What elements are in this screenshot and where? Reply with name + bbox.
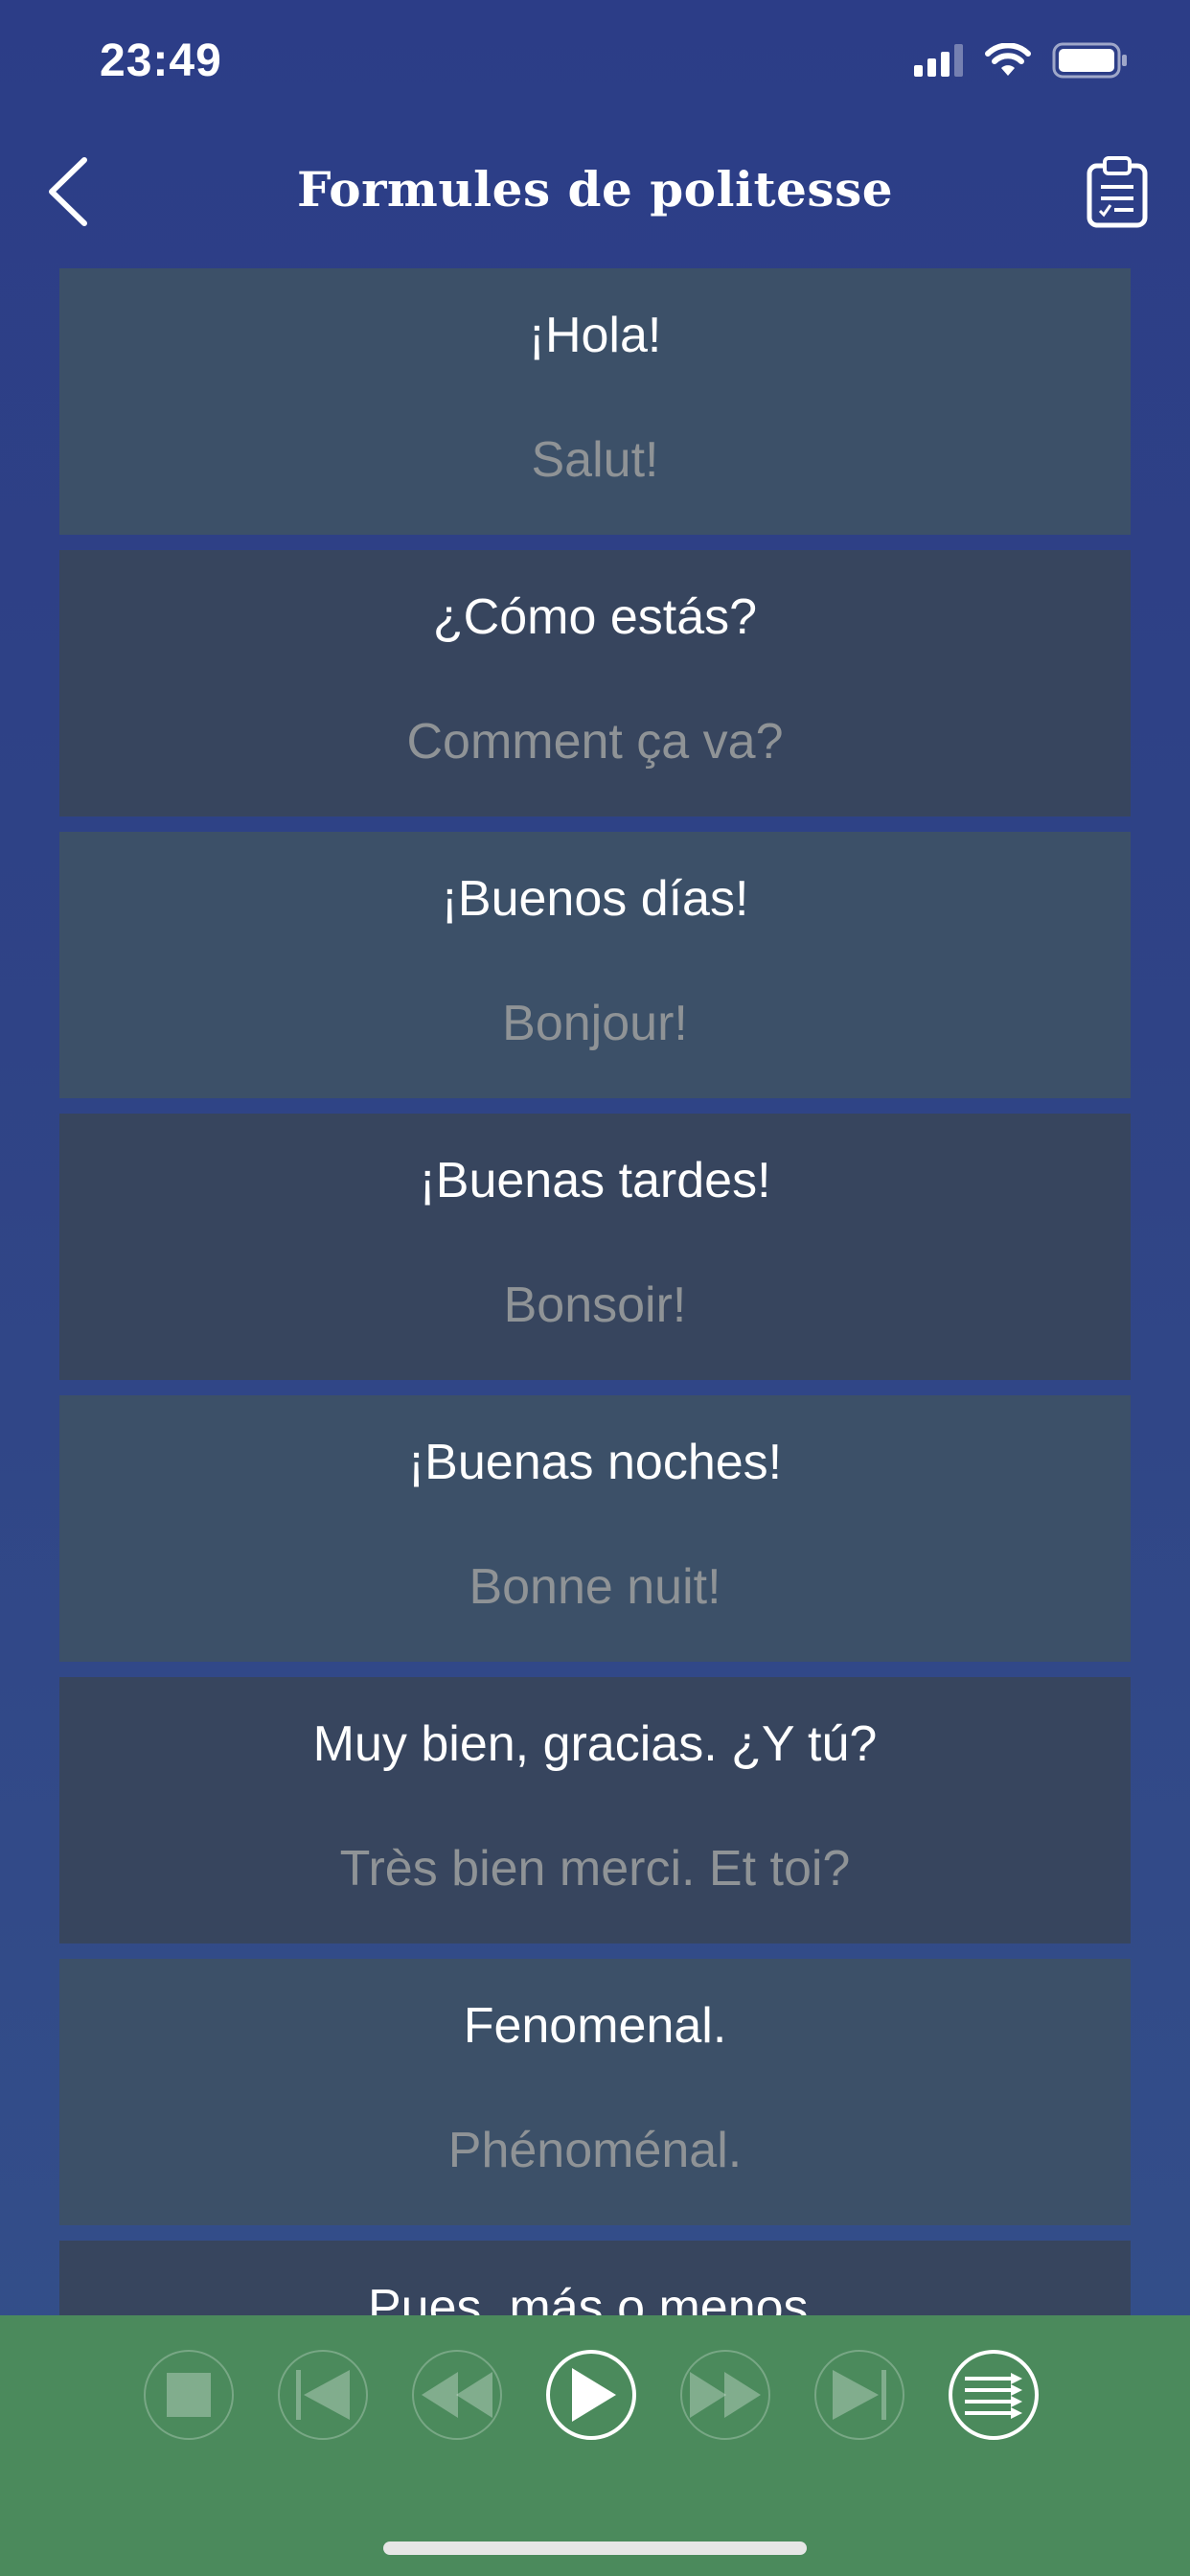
french-translation: Bonsoir!: [503, 1277, 687, 1333]
french-translation: Salut!: [531, 432, 659, 488]
phrase-card[interactable]: Pues, más o menos.: [59, 2241, 1131, 2315]
player-controls: [144, 2350, 1039, 2440]
status-bar: 23:49: [0, 0, 1190, 134]
spanish-phrase: ¡Buenas tardes!: [419, 1153, 771, 1208]
phrase-card[interactable]: ¡Hola! Salut!: [59, 268, 1131, 535]
french-translation: Bonjour!: [502, 996, 688, 1051]
phrase-card[interactable]: ¡Buenas tardes! Bonsoir!: [59, 1114, 1131, 1380]
phrase-card[interactable]: ¡Buenas noches! Bonne nuit!: [59, 1395, 1131, 1662]
spanish-phrase: ¡Buenos días!: [441, 871, 749, 927]
play-icon: [572, 2368, 616, 2422]
audio-player-bar: [0, 2315, 1190, 2576]
spanish-phrase: Fenomenal.: [463, 1998, 727, 2054]
phrase-card[interactable]: ¿Cómo estás? Comment ça va?: [59, 550, 1131, 816]
play-button[interactable]: [546, 2350, 636, 2440]
playlist-icon: [965, 2373, 1022, 2419]
rewind-icon: [422, 2372, 492, 2418]
clipboard-button[interactable]: [1083, 151, 1152, 234]
battery-icon: [1052, 42, 1127, 79]
fast-forward-icon: [690, 2372, 761, 2418]
french-translation: Comment ça va?: [406, 714, 784, 770]
fast-forward-button[interactable]: [680, 2350, 770, 2440]
french-translation: Très bien merci. Et toi?: [339, 1841, 851, 1897]
skip-start-icon: [296, 2370, 350, 2420]
skip-end-icon: [833, 2370, 886, 2420]
nav-header: Formules de politesse: [0, 134, 1190, 249]
rewind-button[interactable]: [412, 2350, 502, 2440]
clipboard-icon: [1087, 156, 1148, 228]
stop-button[interactable]: [144, 2350, 234, 2440]
wifi-icon: [985, 43, 1031, 76]
spanish-phrase: Pues, más o menos.: [368, 2280, 822, 2315]
status-icons: [914, 42, 1129, 79]
playlist-button[interactable]: [949, 2350, 1039, 2440]
status-time: 23:49: [100, 35, 222, 86]
french-translation: Phénoménal.: [447, 2123, 743, 2178]
skip-end-button[interactable]: [814, 2350, 904, 2440]
stop-icon: [167, 2373, 211, 2417]
skip-start-button[interactable]: [278, 2350, 368, 2440]
phrase-card[interactable]: ¡Buenos días! Bonjour!: [59, 832, 1131, 1098]
page-title: Formules de politesse: [296, 161, 894, 218]
french-translation: Bonne nuit!: [469, 1559, 721, 1615]
spanish-phrase: ¡Buenas noches!: [407, 1435, 783, 1490]
spanish-phrase: ¿Cómo estás?: [432, 589, 758, 645]
spanish-phrase: ¡Hola!: [528, 308, 662, 363]
phrase-card[interactable]: Muy bien, gracias. ¿Y tú? Très bien merc…: [59, 1677, 1131, 1944]
phrase-list[interactable]: ¡Hola! Salut! ¿Cómo estás? Comment ça va…: [59, 268, 1131, 2315]
home-indicator[interactable]: [383, 2542, 807, 2555]
signal-icon: [914, 44, 963, 77]
phrase-card[interactable]: Fenomenal. Phénoménal.: [59, 1959, 1131, 2225]
spanish-phrase: Muy bien, gracias. ¿Y tú?: [312, 1716, 878, 1772]
